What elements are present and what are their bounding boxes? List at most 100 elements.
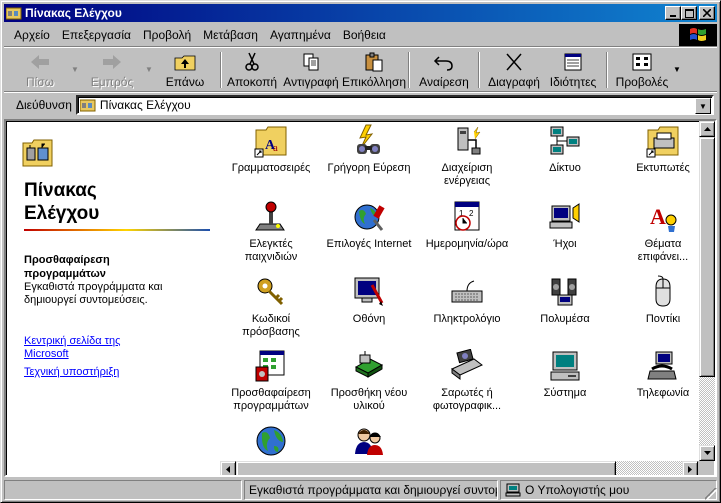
microsoft-home-link[interactable]: Κεντρική σελίδα της Microsoft	[24, 335, 120, 361]
control-panel-small-icon	[6, 7, 22, 20]
item-sounds[interactable]: Ήχοι	[515, 197, 615, 251]
arrow-right-icon	[688, 465, 692, 473]
menu-help[interactable]: Βοήθεια	[337, 28, 392, 42]
paste-icon	[365, 52, 383, 72]
undo-button[interactable]: Αναίρεση	[414, 49, 474, 91]
item-passwords[interactable]: Κωδικοί πρόσβασης	[221, 272, 321, 339]
item-internet-options[interactable]: Επιλογές Internet	[319, 197, 419, 251]
status-empty-cell	[4, 480, 242, 500]
views-dropdown[interactable]: ▼	[672, 65, 682, 74]
item-telephony[interactable]: Τηλεφωνία	[613, 346, 713, 400]
keyboard-icon	[451, 280, 483, 303]
item-multimedia[interactable]: Πολυμέσα	[515, 272, 615, 326]
menu-bar: Αρχείο Επεξεργασία Προβολή Μετάβαση Αγαπ…	[4, 24, 680, 46]
forward-arrow-icon	[103, 55, 121, 69]
copy-button[interactable]: Αντιγραφή	[278, 49, 344, 91]
up-folder-icon	[174, 55, 196, 71]
up-button[interactable]: Επάνω	[154, 49, 216, 91]
item-desktop-themes[interactable]: A Θέματα επιφάνει...	[613, 197, 713, 264]
menu-go[interactable]: Μετάβαση	[197, 28, 264, 42]
control-panel-window: Πίνακας Ελέγχου Αρχείο Επεξεργασία Προβο…	[0, 0, 721, 503]
close-button[interactable]	[699, 6, 715, 20]
status-bar: Εγκαθιστά προγράμματα και δημιουργεί συν…	[4, 480, 717, 500]
item-printers[interactable]: Εκτυπωτές	[613, 121, 713, 175]
content-area: Πίνακας Ελέγχου Προσθαφαίρεση προγραμμάτ…	[4, 119, 717, 477]
delete-button[interactable]: Διαγραφή	[484, 49, 544, 91]
item-system[interactable]: Σύστημα	[515, 346, 615, 400]
mouse-icon	[655, 275, 671, 307]
datetime-icon: 12	[454, 201, 480, 231]
scroll-up-button[interactable]	[699, 121, 715, 137]
regional-icon	[256, 426, 286, 456]
forward-dropdown[interactable]: ▼	[144, 65, 154, 74]
passwords-icon	[257, 278, 284, 306]
menu-file[interactable]: Αρχείο	[8, 28, 56, 42]
internet-icon	[354, 204, 385, 231]
close-icon	[703, 9, 711, 17]
address-bar: Διεύθυνση Πίνακας Ελέγχου ▼	[4, 94, 717, 116]
status-zone: Ο Υπολογιστής μου	[500, 480, 717, 500]
title-bar[interactable]: Πίνακας Ελέγχου	[4, 4, 717, 22]
item-users[interactable]	[319, 421, 419, 462]
properties-button[interactable]: Ιδιότητες	[544, 49, 602, 91]
forward-button[interactable]: Εμπρός	[80, 49, 144, 91]
find-fast-icon	[357, 124, 380, 154]
telephony-icon	[647, 351, 677, 380]
item-add-new-hardware[interactable]: Προσθήκη νέου υλικού	[319, 346, 419, 413]
item-date-time[interactable]: 12 Ημερομηνία/ώρα	[417, 197, 517, 251]
maximize-icon	[684, 8, 694, 18]
maximize-button[interactable]	[681, 6, 697, 20]
scroll-right-button[interactable]	[682, 461, 698, 475]
item-mouse[interactable]: Ποντίκι	[613, 272, 713, 326]
paste-button[interactable]: Επικόλληση	[342, 49, 406, 91]
printers-icon	[646, 126, 679, 158]
item-fonts[interactable]: Aa Γραμματοσειρές	[221, 121, 321, 175]
item-game-controllers[interactable]: Ελεγκτές παιχνιδιών	[221, 197, 321, 264]
views-button[interactable]: Προβολές	[612, 49, 672, 91]
back-button[interactable]: Πίσω	[10, 49, 70, 91]
address-dropdown-button[interactable]: ▼	[695, 98, 711, 114]
scroll-left-button[interactable]	[220, 461, 236, 475]
web-view-pane: Πίνακας Ελέγχου Προσθαφαίρεση προγραμμάτ…	[8, 123, 210, 463]
scissors-icon	[245, 52, 259, 71]
item-find-fast[interactable]: Γρήγορη Εύρεση	[319, 121, 419, 175]
copy-icon	[303, 53, 319, 71]
item-add-remove-programs[interactable]: Προσθαφαίρεση προγραμμάτων	[221, 346, 321, 413]
horizontal-scrollbar[interactable]	[220, 461, 698, 475]
scroll-down-button[interactable]	[699, 445, 715, 461]
system-icon	[550, 351, 580, 381]
vertical-scrollbar[interactable]	[699, 121, 715, 461]
network-icon	[550, 126, 580, 155]
item-scanners-cameras[interactable]: Σαρωτές ή φωτογραφικ...	[417, 346, 517, 413]
menu-favorites[interactable]: Αγαπημένα	[264, 28, 337, 42]
multimedia-icon	[551, 278, 577, 306]
menu-edit[interactable]: Επεξεργασία	[56, 28, 137, 42]
vertical-scroll-thumb[interactable]	[699, 137, 715, 377]
pane-title: Πίνακας Ελέγχου	[24, 180, 100, 224]
status-message: Εγκαθιστά προγράμματα και δημιουργεί συν…	[244, 480, 498, 500]
item-network[interactable]: Δίκτυο	[515, 121, 615, 175]
item-keyboard[interactable]: Πληκτρολόγιο	[417, 272, 517, 326]
cut-button[interactable]: Αποκοπή	[226, 49, 278, 91]
minimize-button[interactable]	[665, 6, 681, 20]
selected-item-description: Εγκαθιστά προγράμματα και δημιουργεί συν…	[24, 281, 163, 306]
resize-grip[interactable]	[705, 488, 717, 500]
add-hardware-icon	[354, 351, 384, 378]
windows-flag-icon	[690, 28, 706, 41]
minimize-icon	[670, 15, 676, 17]
tech-support-link[interactable]: Τεχνική υποστήριξη	[24, 366, 119, 379]
back-dropdown[interactable]: ▼	[70, 65, 80, 74]
svg-text:A: A	[650, 204, 666, 229]
arrow-up-icon	[703, 127, 711, 131]
properties-icon	[564, 53, 582, 71]
icon-grid: Aa Γραμματοσειρές Γρήγορη Εύρεση Διαχείρ…	[211, 121, 694, 461]
horizontal-scroll-thumb[interactable]	[236, 461, 616, 475]
arrow-down-icon	[703, 451, 711, 455]
svg-text:a: a	[273, 142, 278, 154]
control-panel-small-icon	[79, 99, 96, 112]
item-regional-settings[interactable]	[221, 421, 321, 462]
item-power[interactable]: Διαχείριση ενέργειας	[417, 121, 517, 188]
item-display[interactable]: Οθόνη	[319, 272, 419, 326]
menu-view[interactable]: Προβολή	[137, 28, 197, 42]
address-input[interactable]: Πίνακας Ελέγχου ▼	[75, 95, 714, 115]
